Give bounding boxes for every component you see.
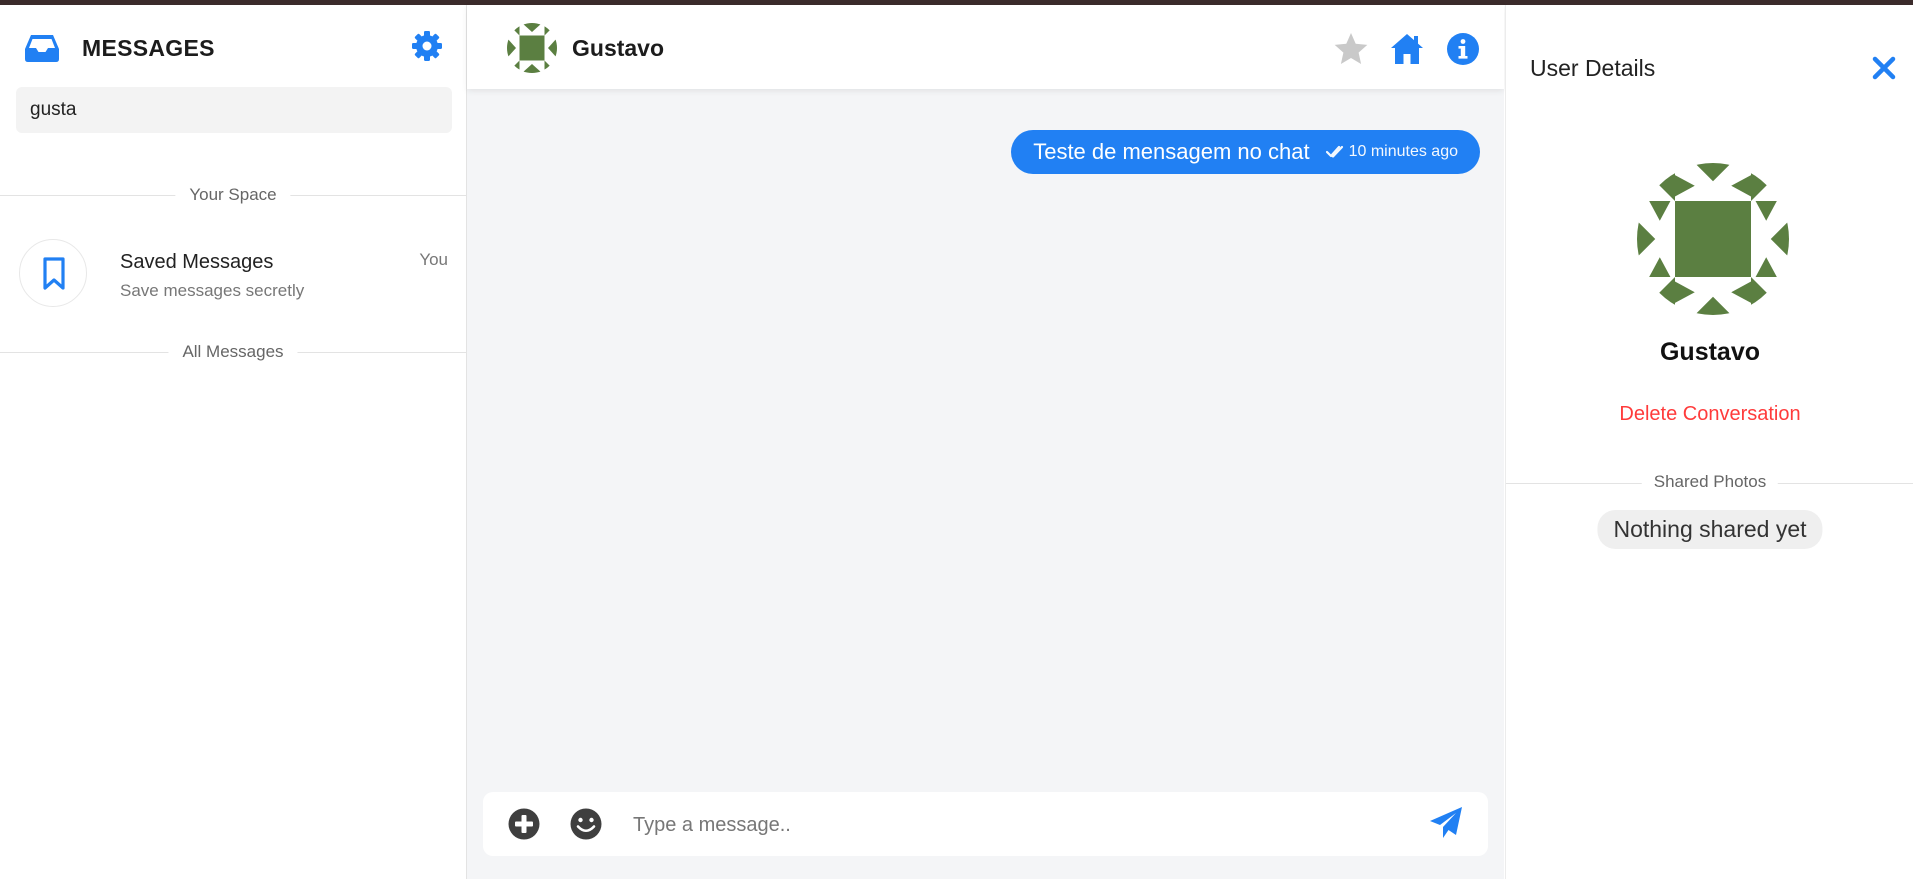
- your-space-label: Your Space: [175, 185, 291, 205]
- star-icon[interactable]: [1333, 31, 1369, 67]
- all-messages-label: All Messages: [168, 342, 298, 362]
- message-bubble[interactable]: Teste de mensagem no chat 10 minutes ago: [1011, 130, 1480, 174]
- contact-avatar[interactable]: [507, 23, 557, 73]
- nothing-shared-badge: Nothing shared yet: [1597, 510, 1823, 549]
- sidebar: MESSAGES Your Space Saved Messages: [0, 5, 467, 879]
- sidebar-header: MESSAGES: [0, 5, 466, 83]
- saved-messages-tag: You: [419, 250, 448, 269]
- shared-photos-label: Shared Photos: [1641, 472, 1779, 492]
- message-input[interactable]: [631, 804, 1275, 846]
- identicon-avatar-icon: [507, 23, 557, 73]
- bookmark-icon: [43, 257, 65, 290]
- chat-header: Gustavo: [467, 5, 1504, 89]
- info-icon[interactable]: [1445, 31, 1481, 67]
- inbox-icon: [25, 35, 59, 62]
- saved-messages-subtitle: Save messages secretly: [120, 281, 305, 300]
- emoji-icon[interactable]: [569, 807, 603, 841]
- message-composer: [483, 792, 1488, 856]
- saved-messages-title: Saved Messages: [120, 251, 274, 273]
- saved-messages-avatar: [19, 239, 87, 307]
- close-icon[interactable]: [1869, 53, 1899, 83]
- user-details-title: User Details: [1530, 55, 1656, 81]
- user-details-panel: User Details Gustavo Delete Conversation…: [1505, 5, 1913, 879]
- home-icon[interactable]: [1389, 31, 1425, 67]
- double-check-icon: [1325, 145, 1343, 158]
- delete-conversation-button[interactable]: Delete Conversation: [1506, 403, 1913, 426]
- add-attachment-icon[interactable]: [507, 807, 541, 841]
- chat-contact-name: Gustavo: [572, 35, 665, 61]
- settings-gear-icon[interactable]: [410, 29, 444, 63]
- message-time: 10 minutes ago: [1348, 143, 1458, 160]
- chat-panel: Gustavo Teste de mensagem no chat 10 min…: [467, 5, 1504, 879]
- user-details-name: Gustavo: [1659, 338, 1761, 366]
- user-details-avatar: [1637, 163, 1789, 315]
- message-text: Teste de mensagem no chat: [1033, 139, 1310, 164]
- identicon-large-icon: [1637, 163, 1789, 315]
- send-icon[interactable]: [1428, 805, 1464, 841]
- search-input[interactable]: [16, 87, 452, 133]
- sidebar-title: MESSAGES: [82, 35, 215, 61]
- message-meta: 10 minutes ago: [1325, 143, 1458, 161]
- saved-messages-item[interactable]: Saved Messages Save messages secretly Yo…: [0, 233, 466, 317]
